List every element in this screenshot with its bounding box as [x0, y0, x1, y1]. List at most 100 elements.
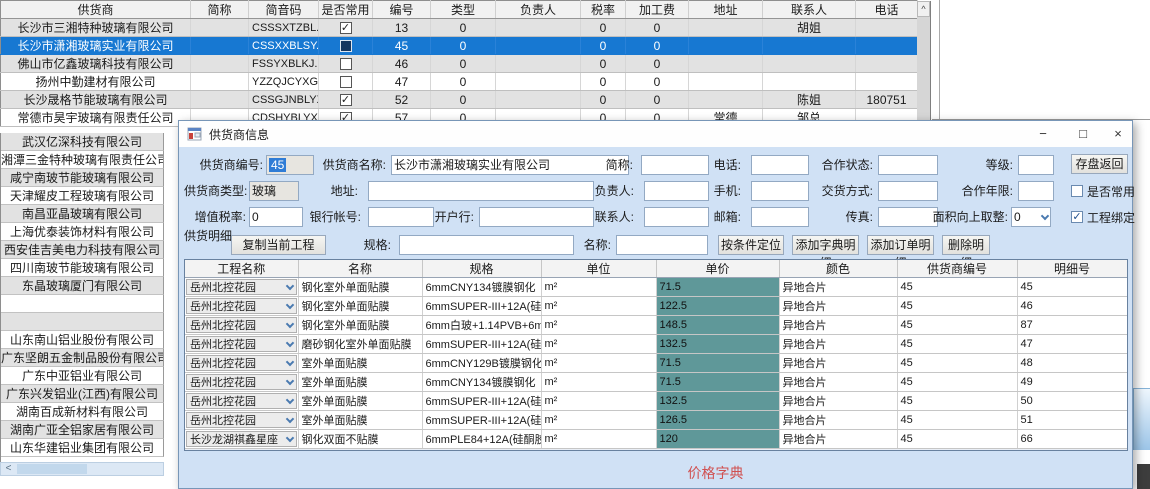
column-header[interactable]: 是否常用 [319, 1, 373, 19]
detail-cell[interactable]: 钢化室外单面贴膜 [298, 278, 422, 297]
column-header[interactable]: 供货商 [1, 1, 191, 19]
list-item[interactable] [1, 295, 164, 313]
detail-cell[interactable]: 122.5 [656, 297, 779, 316]
column-header[interactable]: 单位 [541, 260, 656, 278]
detail-row[interactable]: 岳州北控花园钢化室外单面贴膜6mmSUPER-III+12A(硅...m²122… [185, 297, 1127, 316]
project-combobox[interactable]: 岳州北控花园 [186, 298, 297, 314]
detail-cell[interactable]: 磨砂钢化室外单面贴膜 [298, 335, 422, 354]
checkbox-icon[interactable] [1071, 211, 1083, 223]
detail-cell[interactable]: 室外单面贴膜 [298, 373, 422, 392]
detail-cell[interactable]: 50 [1017, 392, 1127, 411]
detail-cell[interactable]: m² [541, 278, 656, 297]
column-header[interactable]: 负责人 [496, 1, 581, 19]
list-item[interactable]: 湘潭三金特种玻璃有限责任公司 [1, 151, 164, 169]
address-field[interactable] [368, 181, 594, 201]
list-item[interactable] [1, 313, 164, 331]
list-item[interactable]: 武汉亿深科技有限公司 [1, 133, 164, 151]
save-return-button[interactable]: 存盘返回 [1071, 154, 1128, 174]
name-filter-field[interactable] [616, 235, 708, 255]
list-item[interactable]: 上海优泰装饰材料有限公司 [1, 223, 164, 241]
detail-cell[interactable]: 46 [1017, 297, 1127, 316]
bank-field[interactable] [479, 207, 594, 227]
detail-cell[interactable]: m² [541, 430, 656, 449]
detail-cell[interactable]: 异地合片 [779, 335, 897, 354]
detail-cell[interactable]: 6mmSUPER-III+12A(硅... [422, 297, 541, 316]
detail-cell[interactable]: 6mmSUPER-III+12A(硅... [422, 335, 541, 354]
detail-cell[interactable]: 6mmCNY134镀膜钢化 [422, 278, 541, 297]
detail-cell[interactable]: 异地合片 [779, 297, 897, 316]
detail-cell[interactable]: 132.5 [656, 392, 779, 411]
detail-cell[interactable]: 126.5 [656, 411, 779, 430]
detail-cell[interactable]: m² [541, 392, 656, 411]
supplier-row[interactable]: 长沙市潇湘玻璃实业有限公司CSSXXBLSY...45000 [1, 37, 918, 55]
detail-cell[interactable]: 45 [897, 354, 1017, 373]
detail-cell[interactable]: 120 [656, 430, 779, 449]
email-field[interactable] [751, 207, 809, 227]
list-item[interactable]: 广东兴发铝业(江西)有限公司 [1, 385, 164, 403]
project-combobox[interactable]: 岳州北控花园 [186, 374, 297, 390]
detail-cell[interactable]: 51 [1017, 411, 1127, 430]
detail-cell[interactable]: 钢化双面不贴膜 [298, 430, 422, 449]
detail-cell[interactable]: 45 [897, 278, 1017, 297]
detail-cell[interactable]: 45 [897, 373, 1017, 392]
checkbox-icon[interactable] [340, 94, 352, 106]
detail-row[interactable]: 岳州北控花园钢化室外单面贴膜6mm白玻+1.14PVB+6mm...m²148.… [185, 316, 1127, 335]
list-item[interactable]: 湖南广亚全铝家居有限公司 [1, 421, 164, 439]
horizontal-scrollbar[interactable]: < [0, 462, 164, 476]
detail-cell[interactable]: 长沙龙湖祺鑫星座 [185, 430, 298, 449]
detail-cell[interactable]: 45 [897, 297, 1017, 316]
checkbox-icon[interactable] [340, 40, 352, 52]
list-item[interactable]: 四川南玻节能玻璃有限公司 [1, 259, 164, 277]
detail-cell[interactable]: 岳州北控花园 [185, 411, 298, 430]
spec-filter-field[interactable] [399, 235, 574, 255]
vertical-scrollbar[interactable]: ^ [917, 1, 931, 133]
detail-cell[interactable]: 钢化室外单面贴膜 [298, 316, 422, 335]
scroll-up-icon[interactable]: ^ [917, 1, 930, 17]
column-header[interactable]: 联系人 [763, 1, 856, 19]
detail-cell[interactable]: 132.5 [656, 335, 779, 354]
detail-cell[interactable]: 岳州北控花园 [185, 373, 298, 392]
supplier-row[interactable]: 扬州中勤建材有限公司YZZQJCYXGS47000 [1, 73, 918, 91]
checkbox-icon[interactable] [340, 76, 352, 88]
list-item[interactable]: 山东华建铝业集团有限公司 [1, 439, 164, 457]
column-header[interactable]: 税率 [581, 1, 626, 19]
detail-row[interactable]: 岳州北控花园室外单面贴膜6mmCNY129B镀膜钢化m²71.5异地合片4548 [185, 354, 1127, 373]
detail-row[interactable]: 岳州北控花园室外单面贴膜6mmSUPER-III+12A(硅...m²132.5… [185, 392, 1127, 411]
detail-row[interactable]: 岳州北控花园室外单面贴膜6mmCNY134镀膜钢化m²71.5异地合片4549 [185, 373, 1127, 392]
close-icon[interactable]: × [1102, 121, 1134, 147]
project-combobox[interactable]: 岳州北控花园 [186, 355, 297, 371]
column-header[interactable]: 单价 [656, 260, 779, 278]
column-header[interactable]: 明细号 [1017, 260, 1127, 278]
binding-checkbox[interactable]: 工程绑定 [1071, 207, 1135, 227]
list-item[interactable]: 广东中亚铝业有限公司 [1, 367, 164, 385]
list-item[interactable]: 山东南山铝业股份有限公司 [1, 331, 164, 349]
project-combobox[interactable]: 岳州北控花园 [186, 393, 297, 409]
detail-cell[interactable]: 岳州北控花园 [185, 316, 298, 335]
detail-cell[interactable]: m² [541, 335, 656, 354]
column-header[interactable]: 规格 [422, 260, 541, 278]
list-item[interactable]: 湖南百成新材料有限公司 [1, 403, 164, 421]
detail-cell[interactable]: 71.5 [656, 354, 779, 373]
project-combobox[interactable]: 岳州北控花园 [186, 317, 297, 333]
column-header[interactable]: 颜色 [779, 260, 897, 278]
list-item[interactable]: 东晶玻璃厦门有限公司 [1, 277, 164, 295]
detail-cell[interactable]: 异地合片 [779, 316, 897, 335]
detail-cell[interactable]: m² [541, 297, 656, 316]
project-combobox[interactable]: 岳州北控花园 [186, 336, 297, 352]
column-header[interactable]: 简音码 [249, 1, 319, 19]
grade-field[interactable] [1018, 155, 1054, 175]
supplier-row[interactable]: 长沙市三湘特种玻璃有限公司CSSSXTZBL...13000胡姐 [1, 19, 918, 37]
detail-cell[interactable]: 45 [897, 392, 1017, 411]
detail-cell[interactable]: 71.5 [656, 373, 779, 392]
supplier-type-field[interactable]: 玻璃 [249, 181, 299, 201]
column-header[interactable]: 名称 [298, 260, 422, 278]
detail-cell[interactable]: 45 [897, 335, 1017, 354]
checkbox-icon[interactable] [1071, 185, 1083, 197]
list-item[interactable]: 广东坚朗五金制品股份有限公司 [1, 349, 164, 367]
column-header[interactable]: 编号 [373, 1, 431, 19]
detail-cell[interactable]: 岳州北控花园 [185, 297, 298, 316]
detail-cell[interactable]: 室外单面贴膜 [298, 392, 422, 411]
detail-row[interactable]: 长沙龙湖祺鑫星座钢化双面不贴膜6mmPLE84+12A(硅酮胶...m²120异… [185, 430, 1127, 449]
detail-cell[interactable]: 48 [1017, 354, 1127, 373]
detail-cell[interactable]: 室外单面贴膜 [298, 354, 422, 373]
